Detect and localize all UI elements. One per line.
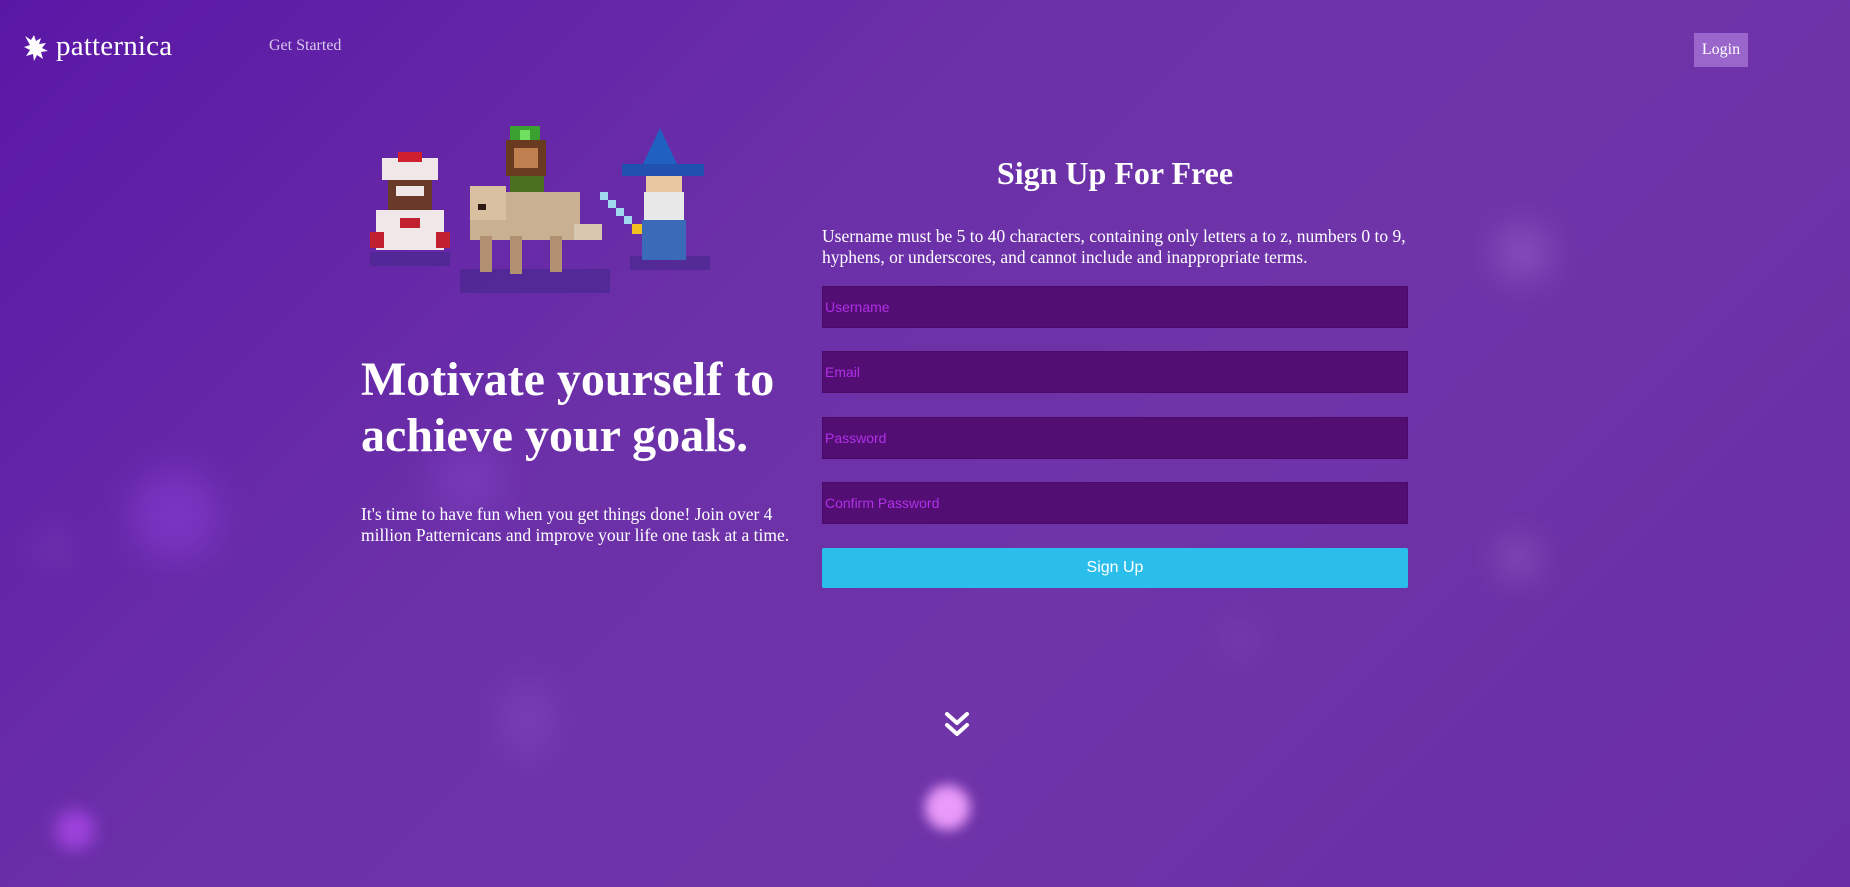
confirm-password-input[interactable] xyxy=(822,482,1408,524)
sign-up-button[interactable]: Sign Up xyxy=(822,548,1408,588)
pixel-character-rider xyxy=(470,126,602,274)
double-chevron-down-icon[interactable] xyxy=(943,710,971,740)
background-blur xyxy=(500,680,555,760)
background-blur xyxy=(1225,625,1255,655)
pixel-character-healer xyxy=(370,152,450,250)
nav-get-started[interactable]: Get Started xyxy=(269,37,341,55)
background-blur xyxy=(1495,225,1550,280)
background-glow xyxy=(55,810,95,850)
hero-characters-illustration xyxy=(370,126,710,293)
email-input[interactable] xyxy=(822,351,1408,393)
username-input[interactable] xyxy=(822,286,1408,328)
brand-logo[interactable]: patternica xyxy=(22,30,172,63)
background-blur xyxy=(40,535,65,560)
background-blur xyxy=(130,470,220,560)
background-blur xyxy=(1500,540,1535,575)
shadow xyxy=(460,269,610,293)
username-requirements-note: Username must be 5 to 40 characters, con… xyxy=(822,226,1406,267)
brand-name: patternica xyxy=(56,30,173,62)
gryphon-icon xyxy=(24,34,48,61)
pixel-character-wizard xyxy=(600,128,704,260)
hero-subtitle: It's time to have fun when you get thing… xyxy=(361,504,790,545)
signup-title: Sign Up For Free xyxy=(996,155,1234,191)
hero-title: Motivate yourself to achieve your goals. xyxy=(361,353,775,462)
login-button[interactable]: Login xyxy=(1694,33,1748,67)
background-glow xyxy=(925,785,970,830)
shadow xyxy=(370,252,450,266)
password-input[interactable] xyxy=(822,417,1408,459)
